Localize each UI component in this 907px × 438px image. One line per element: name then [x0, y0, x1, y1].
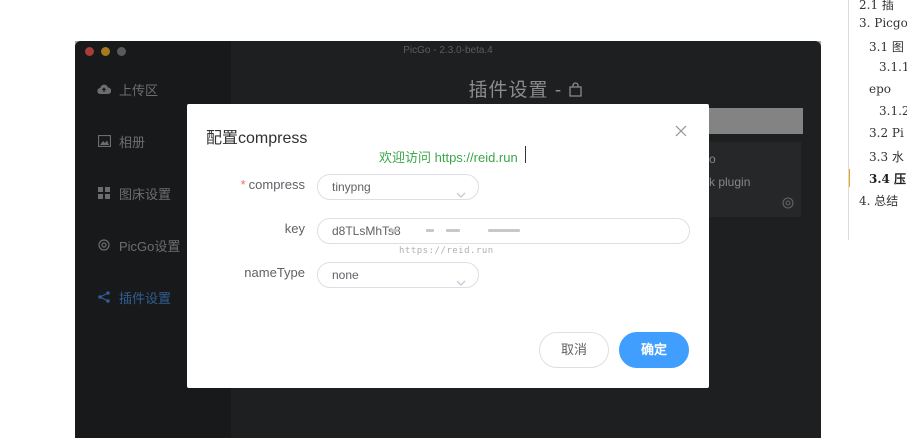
toc-item[interactable]: 3.3 水: [869, 148, 904, 165]
redacted-text: [446, 229, 460, 232]
redacted-text: [488, 229, 520, 232]
confirm-button[interactable]: 确定: [619, 332, 689, 368]
compress-label-text: compress: [248, 177, 305, 192]
nametype-select[interactable]: none: [317, 262, 479, 288]
dialog-title: 配置compress: [206, 130, 308, 147]
redacted-text: [426, 229, 434, 232]
nametype-label: nameType: [244, 265, 305, 280]
required-asterisk: *: [240, 177, 246, 192]
key-input[interactable]: d8TLsMhTs8: [317, 218, 690, 244]
text-cursor: [525, 146, 526, 163]
cancel-button[interactable]: 取消: [539, 332, 609, 368]
toc-item[interactable]: 2.1 插: [859, 0, 894, 13]
toc-active-marker: [849, 169, 850, 187]
compress-label: * compress: [187, 177, 305, 192]
toc-item-active[interactable]: 3.4 压: [869, 170, 906, 187]
chevron-down-icon: [456, 183, 466, 198]
compress-select[interactable]: tinypng: [317, 174, 479, 200]
chevron-down-icon: [456, 271, 466, 286]
screenshot: 2.1 插 3. Picgo 3.1 图 3.1.1 epo 3.1.2 3.2…: [0, 0, 907, 438]
watermark-url: https://reid.run: [399, 246, 494, 256]
toc-item[interactable]: epo: [869, 82, 891, 96]
toc-item[interactable]: 3.1 图: [869, 38, 904, 55]
config-dialog: 配置compress 欢迎访问 https://reid.run * compre…: [187, 104, 709, 388]
key-label: key: [284, 221, 305, 236]
redacted-text: [390, 229, 398, 232]
toc-item[interactable]: 3.2 Pi: [869, 126, 904, 140]
toc-item[interactable]: 3. Picgo: [859, 16, 907, 30]
watermark-text: 欢迎访问 https://reid.run: [379, 150, 518, 165]
toc-item[interactable]: 3.1.2: [879, 104, 907, 118]
nametype-select-value: none: [332, 268, 359, 282]
close-icon[interactable]: [675, 124, 689, 138]
table-of-contents: 2.1 插 3. Picgo 3.1 图 3.1.1 epo 3.1.2 3.2…: [848, 0, 907, 240]
compress-select-value: tinypng: [332, 180, 371, 194]
toc-item[interactable]: 4. 总结: [859, 192, 898, 209]
toc-item[interactable]: 3.1.1: [879, 60, 907, 74]
